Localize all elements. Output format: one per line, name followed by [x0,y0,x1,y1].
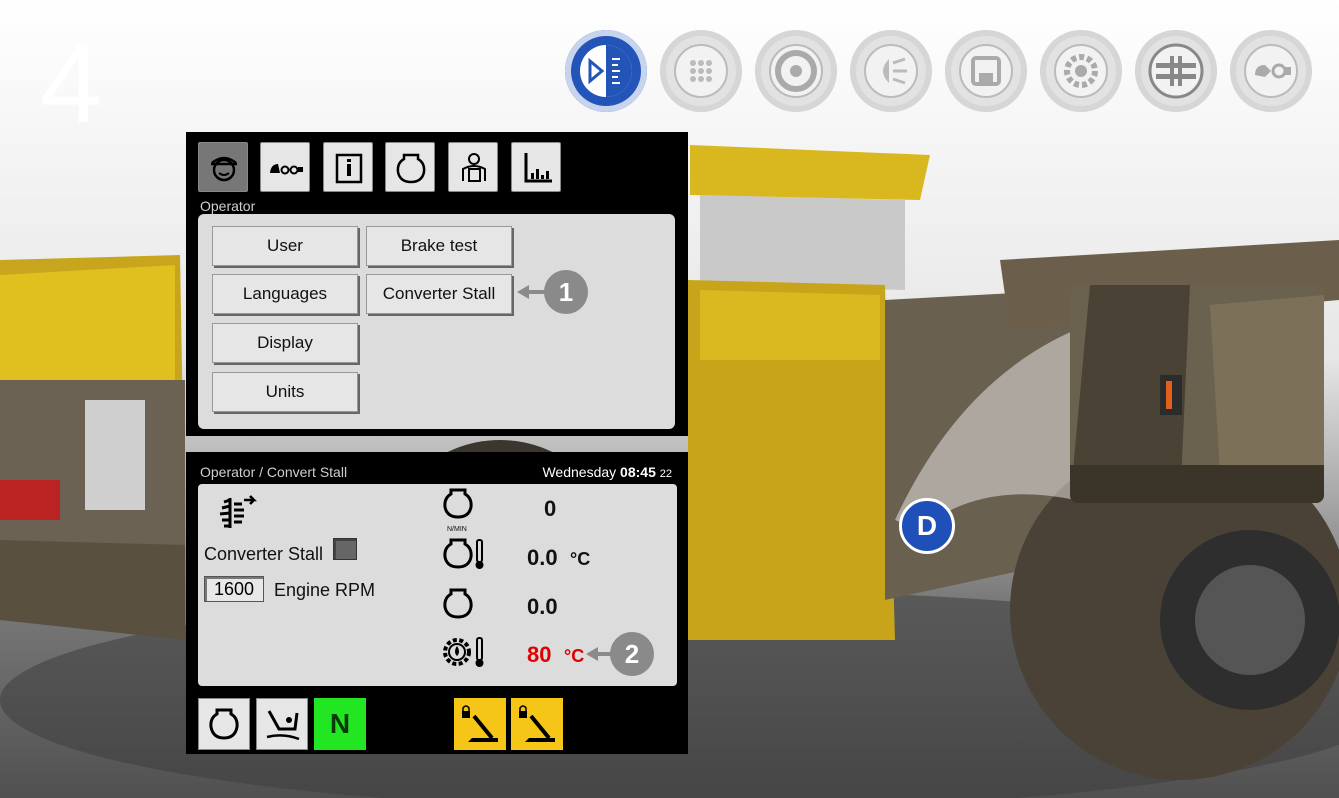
engine-speed-icon [443,488,473,519]
engine-load-value: 0.0 [527,594,558,619]
tab-engine[interactable] [385,142,435,192]
statistics-icon [524,153,552,183]
driveline-icon [1148,43,1204,99]
step-number: 4 [40,21,103,146]
converter-stall-label: Converter Stall [204,544,324,564]
date-day: Wednesday [542,464,617,480]
converter-stall-indicator [333,538,357,560]
zoom-inset [1070,285,1324,503]
menu-breadcrumb: Operator [200,198,256,214]
engine-rpm-label: Engine RPM [274,580,376,600]
display-button[interactable]: Display [212,323,358,363]
display-panel-icon [580,45,632,97]
save-icon [959,44,1013,98]
brake-pedal-lock-icon [462,705,498,742]
brake-pedal-lock-icon [519,705,555,742]
engine-temp-icon [443,538,484,569]
service-icon [462,153,486,182]
info-icon [335,153,363,184]
gearbox-icon [674,44,728,98]
tab-statistics[interactable] [511,142,561,192]
transmission-oil-temp-unit: °C [564,646,585,666]
engine-rpm-input[interactable]: 1600 [204,576,264,602]
date-time-value: 08:45 [620,464,656,480]
date-seconds: 22 [659,468,672,480]
stall-breadcrumb: Operator / Convert Stall [200,464,348,480]
machine-view-icon [270,164,303,175]
nav-save-button[interactable] [945,30,1027,112]
engine-load-icon [443,588,473,619]
brake-test-button[interactable]: Brake test [366,226,512,266]
tab-info[interactable] [323,142,373,192]
settings-gear-icon [1054,44,1108,98]
menu-button-area: User Brake test Languages Converter Stal… [198,214,675,429]
nav-gearbox-button[interactable] [660,30,742,112]
converter-icon [219,495,258,528]
engine-temp-unit: °C [570,549,591,569]
engine-status-button[interactable] [198,698,250,750]
user-button[interactable]: User [212,226,358,266]
gear-indicator: N [314,698,366,750]
brake-pedal-lock-2[interactable] [511,698,563,750]
transmission-oil-temp-value: 80 [527,642,552,667]
callout-2: 2 [610,632,654,676]
engine-icon [396,153,426,184]
nav-driveline-button[interactable] [1135,30,1217,112]
engine-speed-value: 0 [544,496,557,521]
converter-stall-button[interactable]: Converter Stall [366,274,512,314]
languages-button[interactable]: Languages [212,274,358,314]
tab-service[interactable] [448,142,498,192]
nav-pump-button[interactable] [1230,30,1312,112]
nav-display-button[interactable] [565,30,647,112]
brake-pedal-lock-1[interactable] [454,698,506,750]
callout-arrow-1 [517,285,547,299]
nav-lights-button[interactable] [850,30,932,112]
inset-detail [1070,285,1324,503]
units-button[interactable]: Units [212,372,358,412]
hydraulic-pump-icon [1244,44,1298,98]
nav-brake-button[interactable] [755,30,837,112]
tab-machine[interactable] [260,142,310,192]
engine-temp-value: 0.0 [527,545,558,570]
disc-brake-icon [769,44,823,98]
callout-1: 1 [544,270,588,314]
transmission-oil-temp-icon [443,637,484,667]
operator-menu-panel: Operator User Brake test Languages Conve… [186,132,688,436]
headlight-icon [864,44,918,98]
seat-belt-icon [266,710,300,741]
engine-icon [209,708,239,740]
tab-operator[interactable] [198,142,248,192]
engine-speed-unit: N/MIN [447,526,467,533]
converter-stall-panel: Operator / Convert Stall Wednesday 08:45… [186,452,688,754]
location-badge: D [899,498,955,554]
seat-status-button[interactable] [256,698,308,750]
date-time: Wednesday 08:45 22 [542,464,672,480]
nav-settings-button[interactable] [1040,30,1122,112]
operator-icon [211,156,237,182]
